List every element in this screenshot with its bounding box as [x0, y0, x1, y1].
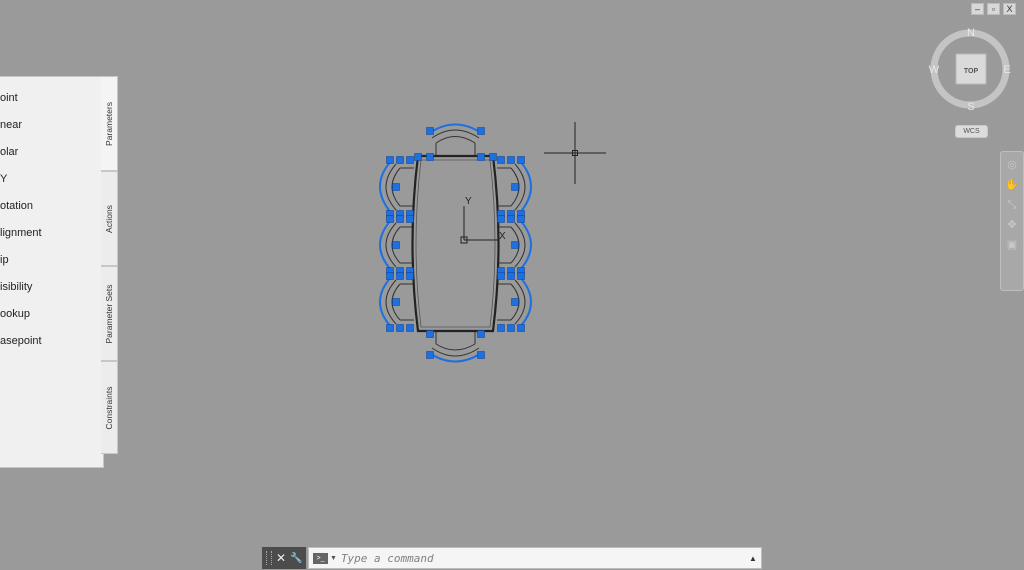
grip[interactable]: [507, 324, 515, 332]
grip[interactable]: [396, 324, 404, 332]
grip[interactable]: [406, 324, 414, 332]
grip[interactable]: [386, 156, 394, 164]
grip[interactable]: [511, 298, 519, 306]
grip[interactable]: [477, 127, 485, 135]
grip[interactable]: [392, 183, 400, 191]
grip[interactable]: [396, 272, 404, 280]
compass-ring: TOP N S E W: [929, 27, 1011, 113]
grip[interactable]: [497, 215, 505, 223]
compass-east[interactable]: E: [1003, 64, 1010, 76]
pan-icon[interactable]: ✋: [1005, 178, 1019, 192]
grip[interactable]: [497, 156, 505, 164]
command-line-handle[interactable]: ✕ 🔧: [262, 547, 306, 569]
grip[interactable]: [406, 156, 414, 164]
showmotion-icon[interactable]: ▣: [1005, 238, 1019, 252]
grip[interactable]: [392, 241, 400, 249]
command-line: ✕ 🔧 >_ ▼ ▲: [262, 547, 762, 569]
steering-wheel-icon[interactable]: ◎: [1005, 158, 1019, 172]
crosshair-cursor: [544, 122, 606, 184]
grip[interactable]: [426, 127, 434, 135]
grip[interactable]: [507, 272, 515, 280]
navigation-bar: ◎ ✋ ⤡ ✥ ▣: [1000, 151, 1024, 291]
drag-grip-icon[interactable]: [266, 551, 272, 565]
settings-wrench-icon[interactable]: 🔧: [290, 553, 302, 564]
grip[interactable]: [489, 153, 497, 161]
grip[interactable]: [426, 153, 434, 161]
grip[interactable]: [386, 324, 394, 332]
grip[interactable]: [426, 351, 434, 359]
grip[interactable]: [511, 183, 519, 191]
grip[interactable]: [396, 156, 404, 164]
grip[interactable]: [426, 330, 434, 338]
grip[interactable]: [406, 215, 414, 223]
wcs-menu[interactable]: WCS: [955, 125, 988, 138]
ucs-x-label: X: [499, 231, 506, 242]
grip[interactable]: [497, 272, 505, 280]
command-prompt-icon[interactable]: >_: [313, 552, 328, 564]
grip[interactable]: [396, 215, 404, 223]
grip[interactable]: [477, 330, 485, 338]
command-history-up-icon[interactable]: ▲: [745, 554, 761, 563]
grip[interactable]: [517, 156, 525, 164]
selection-grips[interactable]: [386, 127, 525, 359]
grip[interactable]: [414, 153, 422, 161]
command-input[interactable]: [340, 551, 745, 565]
drawing-canvas[interactable]: Y X: [0, 0, 1024, 570]
compass-north[interactable]: N: [967, 27, 975, 39]
grip[interactable]: [477, 351, 485, 359]
table-outline[interactable]: [411, 154, 500, 333]
grip[interactable]: [392, 298, 400, 306]
command-field[interactable]: >_ ▼ ▲: [308, 547, 762, 569]
viewcube[interactable]: TOP N S E W: [925, 22, 1015, 142]
grip[interactable]: [511, 241, 519, 249]
compass-west[interactable]: W: [929, 64, 940, 76]
viewcube-face[interactable]: TOP: [964, 68, 979, 75]
close-icon[interactable]: ✕: [276, 551, 286, 565]
compass-south[interactable]: S: [967, 101, 974, 113]
recent-commands-dropdown-icon[interactable]: ▼: [330, 555, 337, 562]
grip[interactable]: [517, 324, 525, 332]
ucs-icon: [460, 206, 498, 244]
grip[interactable]: [386, 215, 394, 223]
zoom-icon[interactable]: ⤡: [1005, 198, 1019, 212]
grip[interactable]: [517, 215, 525, 223]
grip[interactable]: [477, 153, 485, 161]
orbit-icon[interactable]: ✥: [1005, 218, 1019, 232]
grip[interactable]: [507, 215, 515, 223]
grip[interactable]: [517, 272, 525, 280]
grip[interactable]: [507, 156, 515, 164]
grip[interactable]: [497, 324, 505, 332]
grip[interactable]: [386, 272, 394, 280]
ucs-y-label: Y: [465, 196, 472, 207]
grip[interactable]: [406, 272, 414, 280]
